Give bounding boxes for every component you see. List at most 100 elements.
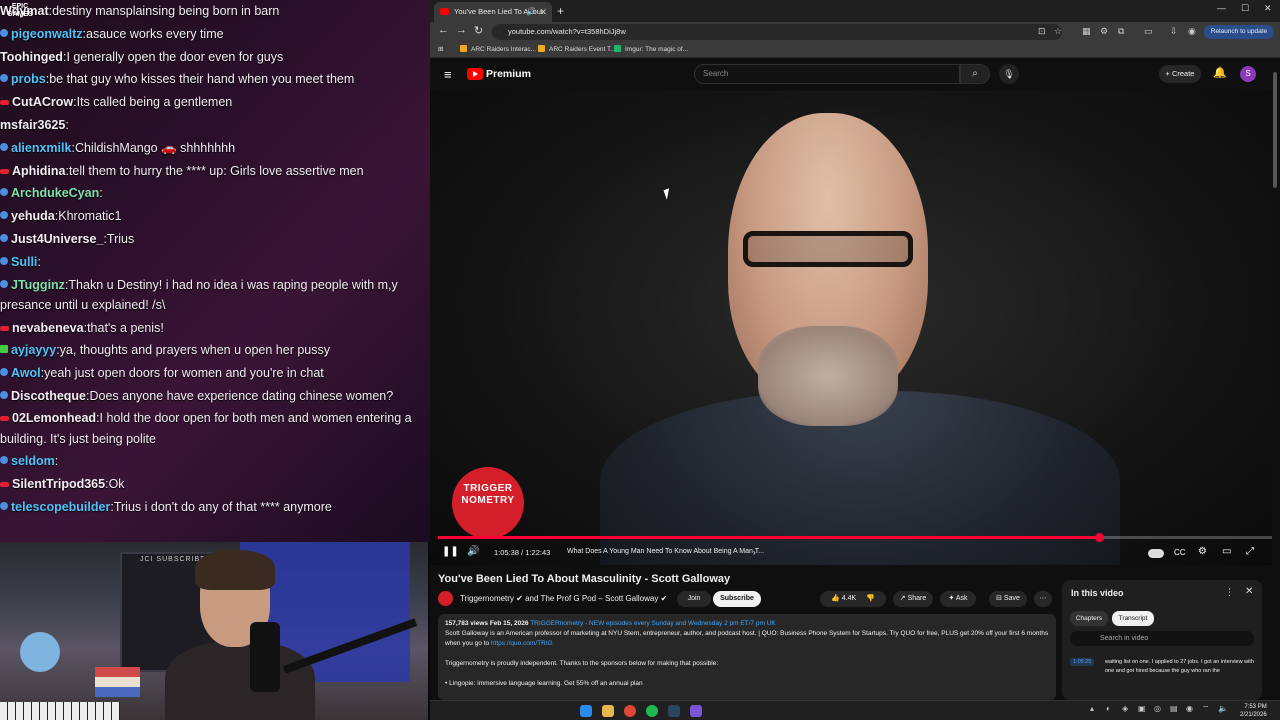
more-actions-icon[interactable]: ⋯ — [1034, 591, 1052, 607]
maximize-icon[interactable]: ☐ — [1241, 3, 1249, 14]
tray-icon[interactable]: ◉ — [1186, 704, 1193, 713]
bookmark-1[interactable]: ARC Raiders Interac... — [460, 42, 536, 58]
reload-icon[interactable]: ↻ — [474, 24, 483, 37]
file-explorer-icon[interactable] — [602, 705, 614, 717]
quo-link[interactable]: https://quo.com/TRIG — [491, 640, 553, 647]
chat-username[interactable]: msfair3625 — [0, 118, 65, 132]
relaunch-button[interactable]: Relaunch to update — [1204, 25, 1274, 39]
sidebar-icon[interactable]: ▭ — [1144, 26, 1153, 37]
thumbs-down-icon[interactable]: 👎 — [866, 595, 875, 602]
windows-start-icon[interactable] — [580, 705, 592, 717]
chat-username[interactable]: Awol — [11, 366, 41, 380]
bookmark-3[interactable]: Imgur: The magic of... — [614, 42, 688, 58]
chat-username[interactable]: yehuda — [11, 209, 55, 223]
chapter-title[interactable]: What Does A Young Man Need To Know About… — [567, 548, 764, 555]
video-player[interactable]: TRIGGER NOMETRY ❚❚ 🔊 1:05:38 / 1:22:43 W… — [430, 91, 1280, 565]
save-button[interactable]: ⊟ Save — [989, 591, 1027, 607]
system-clock[interactable]: 7:53 PM 2/21/2026 — [1240, 703, 1267, 719]
volume-icon[interactable]: 🔊 — [467, 546, 479, 557]
search-icon[interactable]: ⌕ — [960, 64, 990, 84]
search-in-video-input[interactable]: Search in video — [1070, 631, 1254, 646]
close-icon[interactable]: ✕ — [1245, 586, 1253, 597]
steam-icon[interactable] — [668, 705, 680, 717]
forward-icon[interactable]: → — [456, 24, 467, 36]
share-button[interactable]: ↗ Share — [893, 591, 933, 607]
scrollbar-thumb[interactable] — [1273, 72, 1277, 188]
extension-icon-2[interactable]: ⚙ — [1100, 26, 1108, 37]
new-tab-icon[interactable]: + — [557, 2, 564, 20]
pause-icon[interactable]: ❚❚ — [442, 546, 459, 557]
bookmark-2[interactable]: ARC Raiders Event T... — [538, 42, 616, 58]
back-icon[interactable]: ← — [438, 24, 449, 36]
chat-username[interactable]: CutACrow — [12, 95, 73, 109]
app-icon[interactable] — [690, 705, 702, 717]
theater-mode-icon[interactable]: ▭ — [1222, 546, 1231, 557]
tray-icon[interactable]: ▴ — [1090, 704, 1094, 713]
tray-icon[interactable]: ▤ — [1170, 704, 1178, 713]
description-box[interactable]: 157,783 views Feb 15, 2026 TRIGGERnometr… — [438, 614, 1056, 700]
account-avatar[interactable]: S — [1240, 66, 1256, 82]
transcript-timestamp[interactable]: 1:05:25 — [1070, 658, 1095, 666]
join-button[interactable]: Join — [677, 591, 711, 607]
ask-button[interactable]: ✦ Ask — [940, 591, 976, 607]
chat-username[interactable]: 02Lemonhead — [12, 411, 96, 425]
audio-playing-icon[interactable]: 🔊 — [526, 2, 536, 22]
extensions-puzzle-icon[interactable]: ⧉ — [1118, 26, 1124, 37]
install-icon[interactable]: ⊡ — [1038, 26, 1046, 37]
subscribe-button[interactable]: Subscribe — [713, 591, 761, 607]
tray-icon[interactable]: ◈ — [1122, 704, 1128, 713]
download-icon[interactable]: ⇩ — [1170, 26, 1178, 37]
youtube-premium-label[interactable]: Premium — [486, 68, 531, 81]
tray-icon[interactable]: ▣ — [1138, 704, 1146, 713]
create-button[interactable]: + Create — [1159, 65, 1201, 83]
thumbs-up-icon[interactable]: 👍 — [831, 595, 840, 602]
minimize-icon[interactable]: — — [1217, 3, 1226, 13]
like-count[interactable]: 4.4K — [842, 595, 856, 602]
chat-username[interactable]: probs — [11, 72, 46, 86]
chat-username[interactable]: Just4Universe_ — [11, 232, 103, 246]
channel-name[interactable]: Triggernometry ✔ and The Prof G Pod – Sc… — [460, 594, 667, 603]
description-promo-link[interactable]: TRIGGERnometry - NEW episodes every Sund… — [530, 620, 776, 627]
chat-username[interactable]: SilentTripod365 — [12, 477, 105, 491]
apps-grid-icon[interactable]: ⊞ — [438, 42, 443, 58]
chrome-icon[interactable] — [624, 705, 636, 717]
spotify-icon[interactable] — [646, 705, 658, 717]
chat-username[interactable]: seldom — [11, 454, 55, 468]
profile-icon[interactable]: ◉ — [1188, 26, 1196, 37]
chat-username[interactable]: Sulli — [11, 255, 37, 269]
autoplay-toggle[interactable] — [1148, 549, 1164, 558]
close-window-icon[interactable]: ✕ — [1264, 3, 1272, 14]
chat-username[interactable]: ArchdukeCyan — [11, 186, 99, 200]
chevron-right-icon[interactable]: › — [753, 548, 756, 557]
bookmark-star-icon[interactable]: ☆ — [1054, 26, 1062, 37]
wifi-icon[interactable]: ⌔ — [1202, 704, 1210, 714]
voice-search-icon[interactable]: 🎙 — [999, 64, 1019, 84]
chat-username[interactable]: alienxmilk — [11, 141, 71, 155]
tray-icon[interactable]: ◎ — [1154, 704, 1161, 713]
chat-username[interactable]: ayjayyy — [11, 343, 56, 357]
chat-username[interactable]: nevabeneva — [12, 321, 84, 335]
speaker-icon[interactable]: 🔈 — [1218, 704, 1228, 713]
tray-icon[interactable]: ◐ — [1106, 704, 1111, 713]
extension-icon[interactable]: ▦ — [1082, 26, 1091, 37]
tab-youtube[interactable]: You've Been Lied To About 🔊 ✕ — [434, 2, 552, 22]
youtube-search-input[interactable]: Search — [694, 64, 960, 84]
chapters-chip[interactable]: Chapters — [1070, 611, 1108, 626]
channel-avatar[interactable] — [438, 591, 453, 606]
address-bar[interactable]: youtube.com/watch?v=t358hDiJj8w — [492, 24, 1062, 40]
settings-gear-icon[interactable]: ⚙ — [1198, 546, 1207, 557]
chat-username[interactable]: JTugginz — [11, 278, 65, 292]
captions-icon[interactable]: CC — [1174, 548, 1186, 557]
chat-username[interactable]: Discotheque — [11, 389, 86, 403]
chat-username[interactable]: Aphidina — [12, 164, 65, 178]
transcript-chip[interactable]: Transcript — [1112, 611, 1154, 626]
more-vert-icon[interactable]: ⋮ — [1225, 587, 1234, 598]
tab-close-icon[interactable]: ✕ — [539, 2, 547, 22]
chat-username[interactable]: Toohinged — [0, 50, 63, 64]
youtube-logo-icon[interactable] — [467, 68, 483, 80]
hamburger-menu-icon[interactable]: ≡ — [444, 67, 452, 82]
transcript-line[interactable]: waiting list on one. I applied to 27 job… — [1105, 658, 1255, 676]
notifications-bell-icon[interactable]: 🔔 — [1213, 66, 1227, 79]
chat-username[interactable]: telescopebuilder — [11, 500, 110, 514]
fullscreen-icon[interactable]: ⤢ — [1246, 546, 1254, 557]
